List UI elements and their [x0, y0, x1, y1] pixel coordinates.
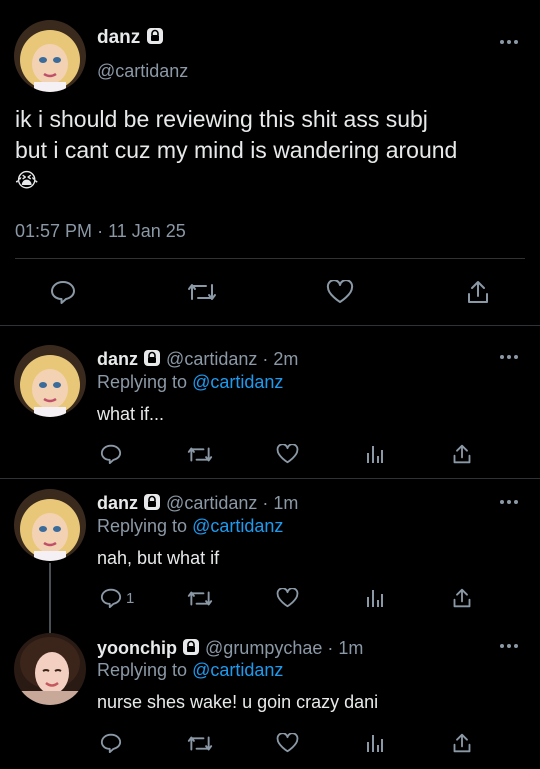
replying-handle[interactable]: @cartidanz — [192, 516, 283, 536]
author-row: danz @cartidanz · 1m — [97, 492, 298, 516]
divider — [0, 478, 540, 479]
analytics-icon[interactable] — [366, 733, 384, 753]
reply-icon[interactable] — [100, 733, 122, 753]
tweet-time: 01:57 PM — [15, 221, 93, 241]
like-icon[interactable] — [276, 444, 299, 464]
retweet-icon[interactable] — [187, 734, 213, 753]
display-name[interactable]: yoonchip — [97, 638, 177, 658]
replying-prefix: Replying to — [97, 660, 188, 680]
retweet-icon[interactable] — [187, 445, 213, 464]
replying-handle[interactable]: @cartidanz — [192, 372, 283, 392]
analytics-icon[interactable] — [366, 444, 384, 464]
timestamp[interactable]: 01:57 PM · 11 Jan 25 — [15, 220, 186, 242]
share-icon[interactable] — [452, 443, 472, 465]
tweet-text-line-2: but i cant cuz my mind is wandering arou… — [15, 137, 458, 163]
author-row: danz @cartidanz · 2m — [97, 348, 298, 372]
like-icon[interactable] — [276, 588, 299, 608]
lock-icon — [146, 27, 164, 51]
tweet-date: 11 Jan 25 — [108, 221, 186, 241]
handle[interactable]: @cartidanz — [166, 493, 257, 513]
retweet-icon[interactable] — [187, 281, 217, 303]
lock-icon — [143, 493, 161, 516]
time-ago: · 1m — [262, 493, 299, 513]
like-icon[interactable] — [276, 733, 299, 753]
time-ago: · 2m — [262, 349, 299, 369]
author-row: danz — [97, 27, 164, 51]
replying-to: Replying to @cartidanz — [97, 515, 283, 537]
time-ago: · 1m — [327, 638, 364, 658]
avatar[interactable] — [14, 489, 86, 561]
display-name[interactable]: danz — [97, 493, 138, 513]
tweet-text: ik i should be reviewing this shit ass s… — [15, 104, 457, 197]
analytics-icon[interactable] — [366, 588, 384, 608]
more-icon[interactable] — [500, 352, 520, 362]
reply-icon — [100, 588, 122, 608]
replying-to: Replying to @cartidanz — [97, 659, 283, 681]
lock-icon — [182, 638, 200, 661]
reply-icon[interactable] — [50, 280, 76, 304]
replying-to: Replying to @cartidanz — [97, 371, 283, 393]
replying-handle[interactable]: @cartidanz — [192, 660, 283, 680]
share-icon[interactable] — [452, 587, 472, 609]
more-icon[interactable] — [500, 641, 520, 651]
retweet-icon[interactable] — [187, 589, 213, 608]
display-name[interactable]: danz — [97, 349, 138, 369]
avatar[interactable] — [14, 345, 86, 417]
reply-text: nurse shes wake! u goin crazy dani — [97, 692, 379, 712]
replying-prefix: Replying to — [97, 372, 188, 392]
reply-icon[interactable] — [100, 444, 122, 464]
share-icon[interactable] — [452, 732, 472, 754]
lock-icon — [143, 349, 161, 372]
tweet-emoji: 😭 — [15, 170, 39, 192]
share-icon[interactable] — [466, 279, 490, 305]
avatar[interactable] — [14, 633, 86, 705]
more-icon[interactable] — [500, 37, 520, 47]
like-icon[interactable] — [326, 280, 354, 304]
author-row: yoonchip @grumpychae · 1m — [97, 637, 363, 661]
divider — [0, 325, 540, 326]
display-name[interactable]: danz — [97, 27, 140, 48]
reply-text: nah, but what if — [97, 548, 220, 568]
handle[interactable]: @cartidanz — [166, 349, 257, 369]
reply-count: 1 — [126, 589, 135, 607]
handle[interactable]: @cartidanz — [97, 60, 188, 82]
tweet-text-line-1: ik i should be reviewing this shit ass s… — [15, 106, 428, 132]
more-icon[interactable] — [500, 497, 520, 507]
divider — [15, 258, 525, 259]
avatar[interactable] — [14, 20, 86, 92]
thread-line — [49, 563, 51, 633]
reply-button[interactable]: 1 — [100, 588, 134, 608]
handle[interactable]: @grumpychae — [205, 638, 322, 658]
replying-prefix: Replying to — [97, 516, 188, 536]
reply-text: what if... — [97, 404, 165, 424]
separator: · — [97, 221, 104, 241]
